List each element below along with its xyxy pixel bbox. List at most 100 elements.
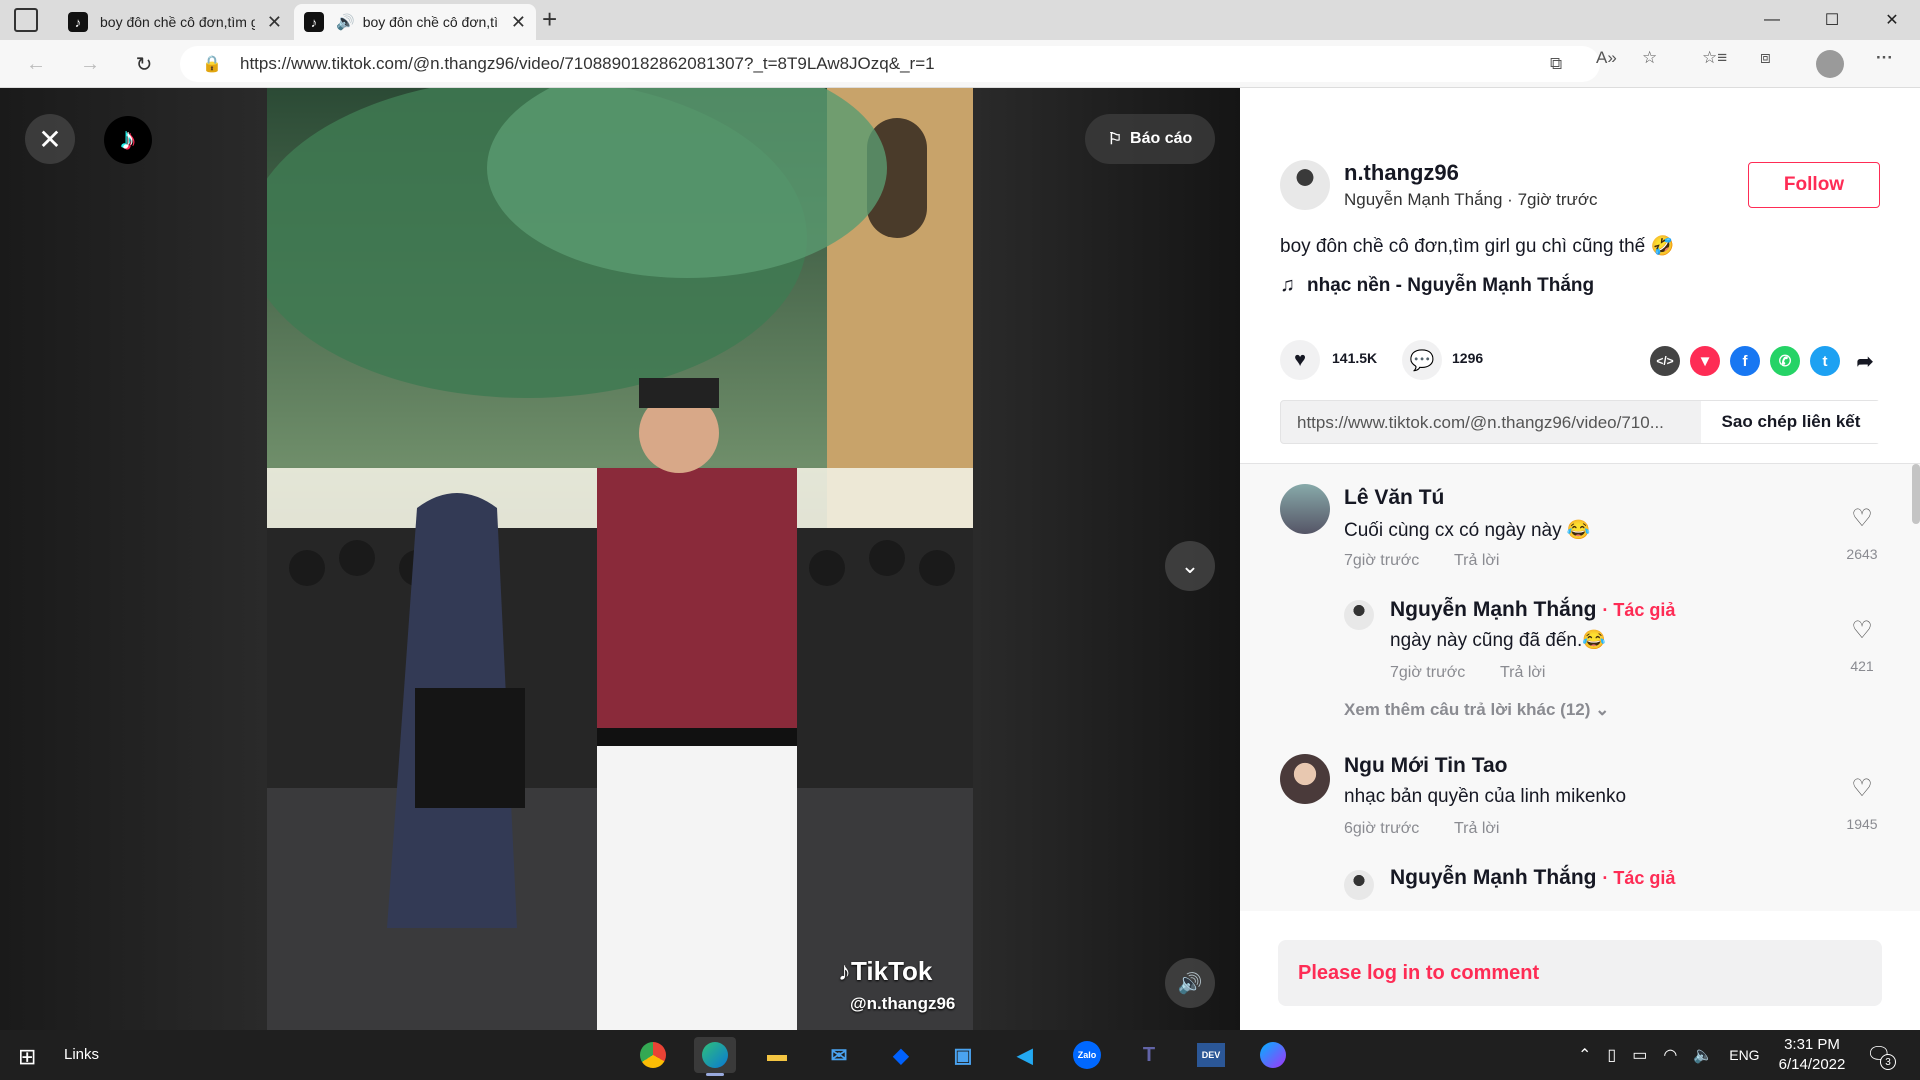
browser-navbar: ← → ↻ 🔒 https://www.tiktok.com/@n.thangz…: [0, 40, 1920, 88]
lock-icon[interactable]: 🔒: [202, 54, 222, 74]
teams-icon[interactable]: T: [1128, 1037, 1170, 1073]
maximize-button[interactable]: ☐: [1804, 0, 1860, 40]
tiktok-logo[interactable]: ♪: [104, 116, 152, 164]
comment-button[interactable]: 💬: [1402, 340, 1442, 380]
share-icon[interactable]: ➦: [1850, 346, 1880, 376]
file-explorer-icon[interactable]: ▬: [756, 1037, 798, 1073]
app-icon[interactable]: ▣: [942, 1037, 984, 1073]
comment-time: 7giờ trước: [1390, 664, 1466, 681]
like-button[interactable]: ♥: [1280, 340, 1320, 380]
device-icon[interactable]: ▯: [1607, 1045, 1616, 1065]
video-player[interactable]: ✕ ♪ ⚐ Báo cáo ⌄ 🔊 ♪TikTok @n.thangz96: [0, 88, 1240, 1030]
chevron-up-icon[interactable]: ⌃: [1578, 1045, 1591, 1065]
close-tab-icon[interactable]: ✕: [511, 12, 526, 33]
volume-icon[interactable]: 🔈: [1693, 1045, 1713, 1065]
report-button[interactable]: ⚐ Báo cáo: [1085, 114, 1215, 164]
share-link-text[interactable]: https://www.tiktok.com/@n.thangz96/video…: [1297, 413, 1697, 433]
minimize-button[interactable]: —: [1744, 0, 1800, 40]
tab-title: boy đôn chề cô đơn,tìm girl gu c: [100, 14, 255, 30]
comment-text: nhạc bản quyền của linh mikenko: [1344, 786, 1627, 807]
reply-author-name: Nguyễn Mạnh Thắng: [1390, 598, 1597, 621]
refresh-button[interactable]: ↻: [128, 48, 160, 80]
read-aloud-icon[interactable]: A»: [1596, 48, 1617, 68]
battery-icon[interactable]: ▭: [1632, 1045, 1647, 1065]
view-more-replies-button[interactable]: Xem thêm câu trả lời khác (12) ⌄: [1344, 700, 1609, 720]
clock-date: 6/14/2022: [1778, 1056, 1846, 1073]
back-button[interactable]: ←: [20, 48, 52, 80]
address-bar[interactable]: 🔒 https://www.tiktok.com/@n.thangz96/vid…: [180, 46, 1600, 82]
favorites-icon[interactable]: ☆≡: [1702, 48, 1727, 68]
mail-icon[interactable]: ✉: [818, 1037, 860, 1073]
next-video-button[interactable]: ⌄: [1165, 541, 1215, 591]
tab-2[interactable]: ♪ 🔊 boy đôn chề cô đơn,tìm girl ✕: [294, 4, 536, 40]
volume-button[interactable]: 🔊: [1165, 958, 1215, 1008]
avatar[interactable]: [1344, 600, 1374, 630]
whatsapp-icon[interactable]: ✆: [1770, 346, 1800, 376]
avatar[interactable]: [1344, 870, 1374, 900]
comment-like-count: 1945: [1846, 816, 1878, 832]
share-link-box: https://www.tiktok.com/@n.thangz96/video…: [1280, 400, 1881, 444]
zalo-icon[interactable]: Zalo: [1066, 1037, 1108, 1073]
add-favorite-icon[interactable]: ☆: [1642, 48, 1657, 68]
dropbox-icon[interactable]: ◆: [880, 1037, 922, 1073]
heart-icon[interactable]: ♡: [1842, 616, 1882, 645]
comment-text: ngày này cũng đã đến.😂: [1390, 630, 1606, 651]
tab-actions-icon[interactable]: [14, 8, 38, 32]
chrome-icon[interactable]: [632, 1037, 674, 1073]
url-text: https://www.tiktok.com/@n.thangz96/video…: [240, 54, 935, 73]
music-link[interactable]: ♫ nhạc nền - Nguyễn Mạnh Thắng: [1280, 274, 1594, 297]
scrollbar[interactable]: [1912, 464, 1920, 524]
heart-icon[interactable]: ♡: [1842, 774, 1882, 803]
more-icon[interactable]: ···: [1876, 48, 1893, 68]
close-window-button[interactable]: ✕: [1864, 0, 1920, 40]
video-frame[interactable]: [267, 88, 973, 1030]
facebook-icon[interactable]: f: [1730, 346, 1760, 376]
edge-icon[interactable]: [694, 1037, 736, 1076]
avatar[interactable]: [1280, 160, 1330, 210]
speaker-icon[interactable]: 🔊: [336, 13, 355, 31]
new-tab-button[interactable]: +: [542, 4, 557, 35]
reply-button[interactable]: Trả lời: [1454, 820, 1499, 838]
heart-icon[interactable]: ♡: [1842, 504, 1882, 533]
close-video-button[interactable]: ✕: [25, 114, 75, 164]
follow-button[interactable]: Follow: [1748, 162, 1880, 208]
comment-author[interactable]: Lê Văn Tú: [1344, 486, 1444, 510]
comment-author[interactable]: Ngu Mới Tin Tao: [1344, 754, 1507, 778]
tab-title: boy đôn chề cô đơn,tìm girl: [362, 14, 499, 30]
embed-icon[interactable]: </>: [1650, 346, 1680, 376]
vscode-icon[interactable]: ◀: [1004, 1037, 1046, 1073]
avatar[interactable]: [1280, 754, 1330, 804]
copy-link-button[interactable]: Sao chép liên kết: [1701, 401, 1881, 443]
tab-1[interactable]: ♪ boy đôn chề cô đơn,tìm girl gu c ✕: [58, 4, 292, 40]
open-in-app-icon[interactable]: ⧉: [1550, 54, 1562, 74]
devexpress-icon[interactable]: DEV: [1190, 1037, 1232, 1073]
reply-button[interactable]: Trả lời: [1500, 664, 1545, 682]
clock[interactable]: 3:31 PM 6/14/2022: [1772, 1035, 1852, 1075]
collections-icon[interactable]: ⧈: [1760, 48, 1771, 68]
tiktok-favicon-icon: ♪: [304, 12, 324, 32]
windows-start-icon[interactable]: ⊞: [18, 1044, 36, 1070]
forward-button[interactable]: →: [74, 48, 106, 80]
reply-button[interactable]: Trả lời: [1454, 552, 1499, 570]
twitter-icon[interactable]: t: [1810, 346, 1840, 376]
language-indicator[interactable]: ENG: [1729, 1047, 1759, 1063]
profile-icon[interactable]: [1816, 50, 1844, 78]
comments-list[interactable]: Lê Văn Tú Cuối cùng cx có ngày này 😂 7gi…: [1240, 463, 1920, 911]
video-info-panel: n.thangz96 Nguyễn Mạnh Thắng · 7giờ trướ…: [1240, 88, 1920, 1030]
reply-author[interactable]: Nguyễn Mạnh Thắng · Tác giả: [1390, 598, 1675, 622]
music-title: nhạc nền - Nguyễn Mạnh Thắng: [1307, 274, 1595, 296]
video-scene: [267, 88, 973, 1030]
reply-author[interactable]: Nguyễn Mạnh Thắng · Tác giả: [1390, 866, 1675, 890]
messenger-icon[interactable]: [1252, 1037, 1294, 1073]
login-to-comment-link[interactable]: Please log in to comment: [1278, 940, 1882, 1006]
wifi-icon[interactable]: ◠: [1663, 1045, 1677, 1065]
author-badge: · Tác giả: [1602, 868, 1676, 888]
author-username[interactable]: n.thangz96: [1344, 160, 1459, 186]
tiktok-note-icon: ♪: [838, 956, 851, 986]
avatar[interactable]: [1280, 484, 1330, 534]
send-to-friends-icon[interactable]: ▼: [1690, 346, 1720, 376]
windows-taskbar: ⊞ Links ▬ ✉ ◆ ▣ ◀ Zalo T DEV ⌃ ▯ ▭ ◠ 🔈 E…: [0, 1030, 1920, 1080]
notification-icon[interactable]: 🗨 3: [1866, 1042, 1896, 1070]
links-toolbar[interactable]: Links: [64, 1046, 99, 1063]
close-tab-icon[interactable]: ✕: [267, 12, 282, 33]
